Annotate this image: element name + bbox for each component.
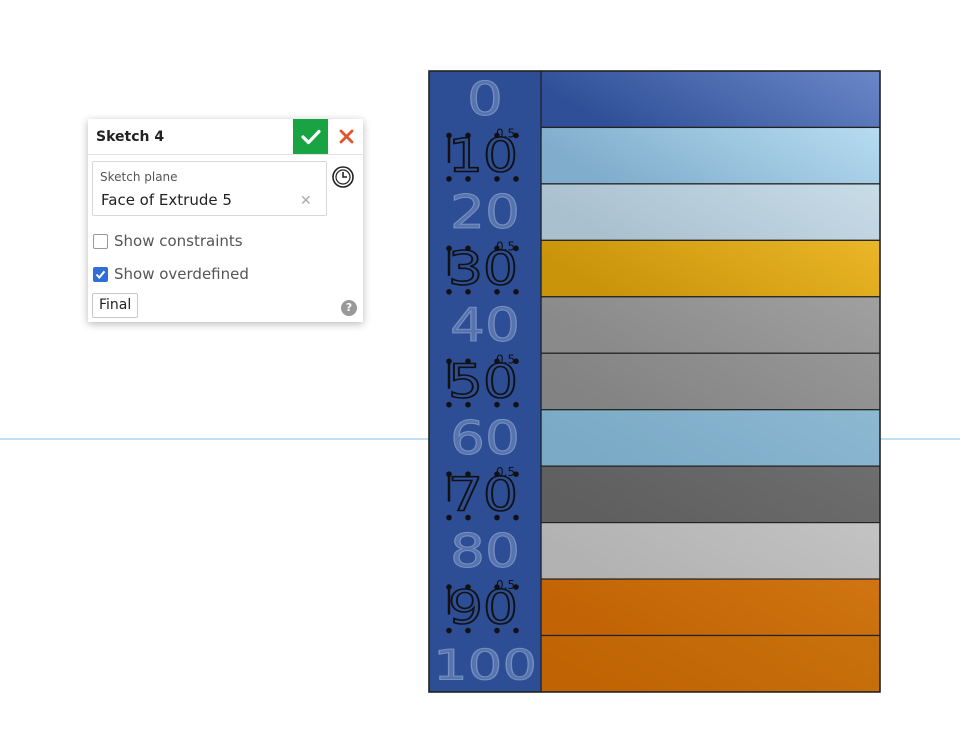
extruded-number-label: 20 — [450, 185, 520, 239]
color-stripe[interactable] — [540, 409, 881, 467]
show-constraints-checkbox[interactable] — [93, 233, 108, 249]
sketch-point[interactable] — [446, 245, 452, 252]
sketch-point[interactable] — [513, 176, 519, 182]
accept-button[interactable] — [293, 119, 328, 154]
history-icon[interactable] — [331, 165, 355, 189]
sketch-point[interactable] — [513, 289, 519, 295]
sketch-point[interactable] — [513, 627, 519, 634]
dimension-label[interactable]: 0.5 — [496, 352, 515, 366]
color-stripe[interactable] — [540, 634, 881, 693]
color-stripe[interactable] — [540, 578, 881, 637]
sketch-point[interactable] — [494, 401, 500, 408]
cancel-button[interactable] — [330, 119, 363, 154]
3d-viewport[interactable]: 0 10 20 30 40 50 60 70 80 90 100 0.5 0.5 0.5 0.5 0.5 — [0, 0, 960, 743]
color-stripe[interactable] — [540, 465, 881, 524]
sketch-point[interactable] — [446, 176, 452, 182]
sketch-point[interactable] — [465, 176, 471, 182]
sketch-point[interactable] — [465, 358, 471, 365]
color-stripe[interactable] — [540, 521, 881, 580]
extruded-number-label: 40 — [450, 298, 520, 352]
extruded-number-label: 100 — [433, 641, 537, 690]
sketch-point[interactable] — [494, 289, 500, 295]
dimension-label[interactable]: 0.5 — [496, 239, 515, 253]
sketch-point[interactable] — [446, 584, 452, 590]
sketch-point[interactable] — [465, 245, 471, 252]
extruded-number-label: 80 — [450, 524, 520, 578]
dialog-title: Sketch 4 — [96, 129, 165, 145]
show-constraints-row[interactable]: Show constraints — [93, 232, 243, 250]
extruded-number-label: 60 — [450, 411, 520, 465]
show-overdefined-checkbox[interactable] — [93, 266, 108, 282]
sketch-point[interactable] — [446, 514, 452, 521]
extruded-number-label: 0 — [467, 72, 503, 126]
sketch-point[interactable] — [465, 627, 471, 634]
sketch-plane-field[interactable]: Sketch plane Face of Extrude 5 ✕ — [92, 161, 327, 216]
sketch-point[interactable] — [513, 401, 519, 408]
dimension-label[interactable]: 0.5 — [496, 126, 515, 140]
checkmark-icon — [300, 129, 321, 144]
sketch-point[interactable] — [446, 289, 452, 295]
sketch-point[interactable] — [465, 132, 471, 139]
show-overdefined-row[interactable]: Show overdefined — [93, 265, 249, 283]
sketch-point[interactable] — [465, 584, 471, 590]
sketch-point[interactable] — [446, 401, 452, 408]
color-stripe[interactable] — [540, 70, 881, 129]
sketch-plane-label: Sketch plane — [100, 170, 178, 184]
show-overdefined-label: Show overdefined — [114, 265, 249, 283]
dialog-header: Sketch 4 — [88, 119, 363, 155]
color-chart-model[interactable]: 0102030405060708090100 0.50.50.50.50.5 — [0, 0, 960, 743]
sketch-point[interactable] — [465, 471, 471, 477]
color-stripe[interactable] — [540, 352, 881, 411]
final-button[interactable]: Final — [92, 293, 139, 318]
sketch-point[interactable] — [494, 514, 500, 521]
dimension-label[interactable]: 0.5 — [496, 465, 515, 479]
dimension-label[interactable]: 0.5 — [496, 578, 515, 592]
sketch-point[interactable] — [446, 132, 452, 139]
sketch-dialog: Sketch 4 Sketch plane Face of Extrude 5 … — [88, 119, 363, 322]
sketch-point[interactable] — [446, 358, 452, 365]
sketch-point[interactable] — [446, 471, 452, 477]
color-stripe[interactable] — [540, 183, 881, 241]
sketch-point[interactable] — [494, 627, 500, 634]
sketch-point[interactable] — [446, 627, 452, 634]
help-icon[interactable]: ? — [341, 300, 357, 316]
sketch-point[interactable] — [465, 514, 471, 521]
sketch-point[interactable] — [465, 401, 471, 408]
color-stripe[interactable] — [540, 239, 881, 298]
sketch-point[interactable] — [465, 289, 471, 295]
color-stripe[interactable] — [540, 296, 881, 354]
checkmark-icon — [95, 270, 106, 279]
color-stripe[interactable] — [540, 126, 881, 185]
sketch-point[interactable] — [494, 176, 500, 182]
sketch-point[interactable] — [513, 514, 519, 521]
close-icon — [339, 129, 354, 144]
clear-icon[interactable]: ✕ — [300, 193, 312, 209]
sketch-plane-value: Face of Extrude 5 — [101, 191, 232, 209]
show-constraints-label: Show constraints — [114, 232, 243, 250]
